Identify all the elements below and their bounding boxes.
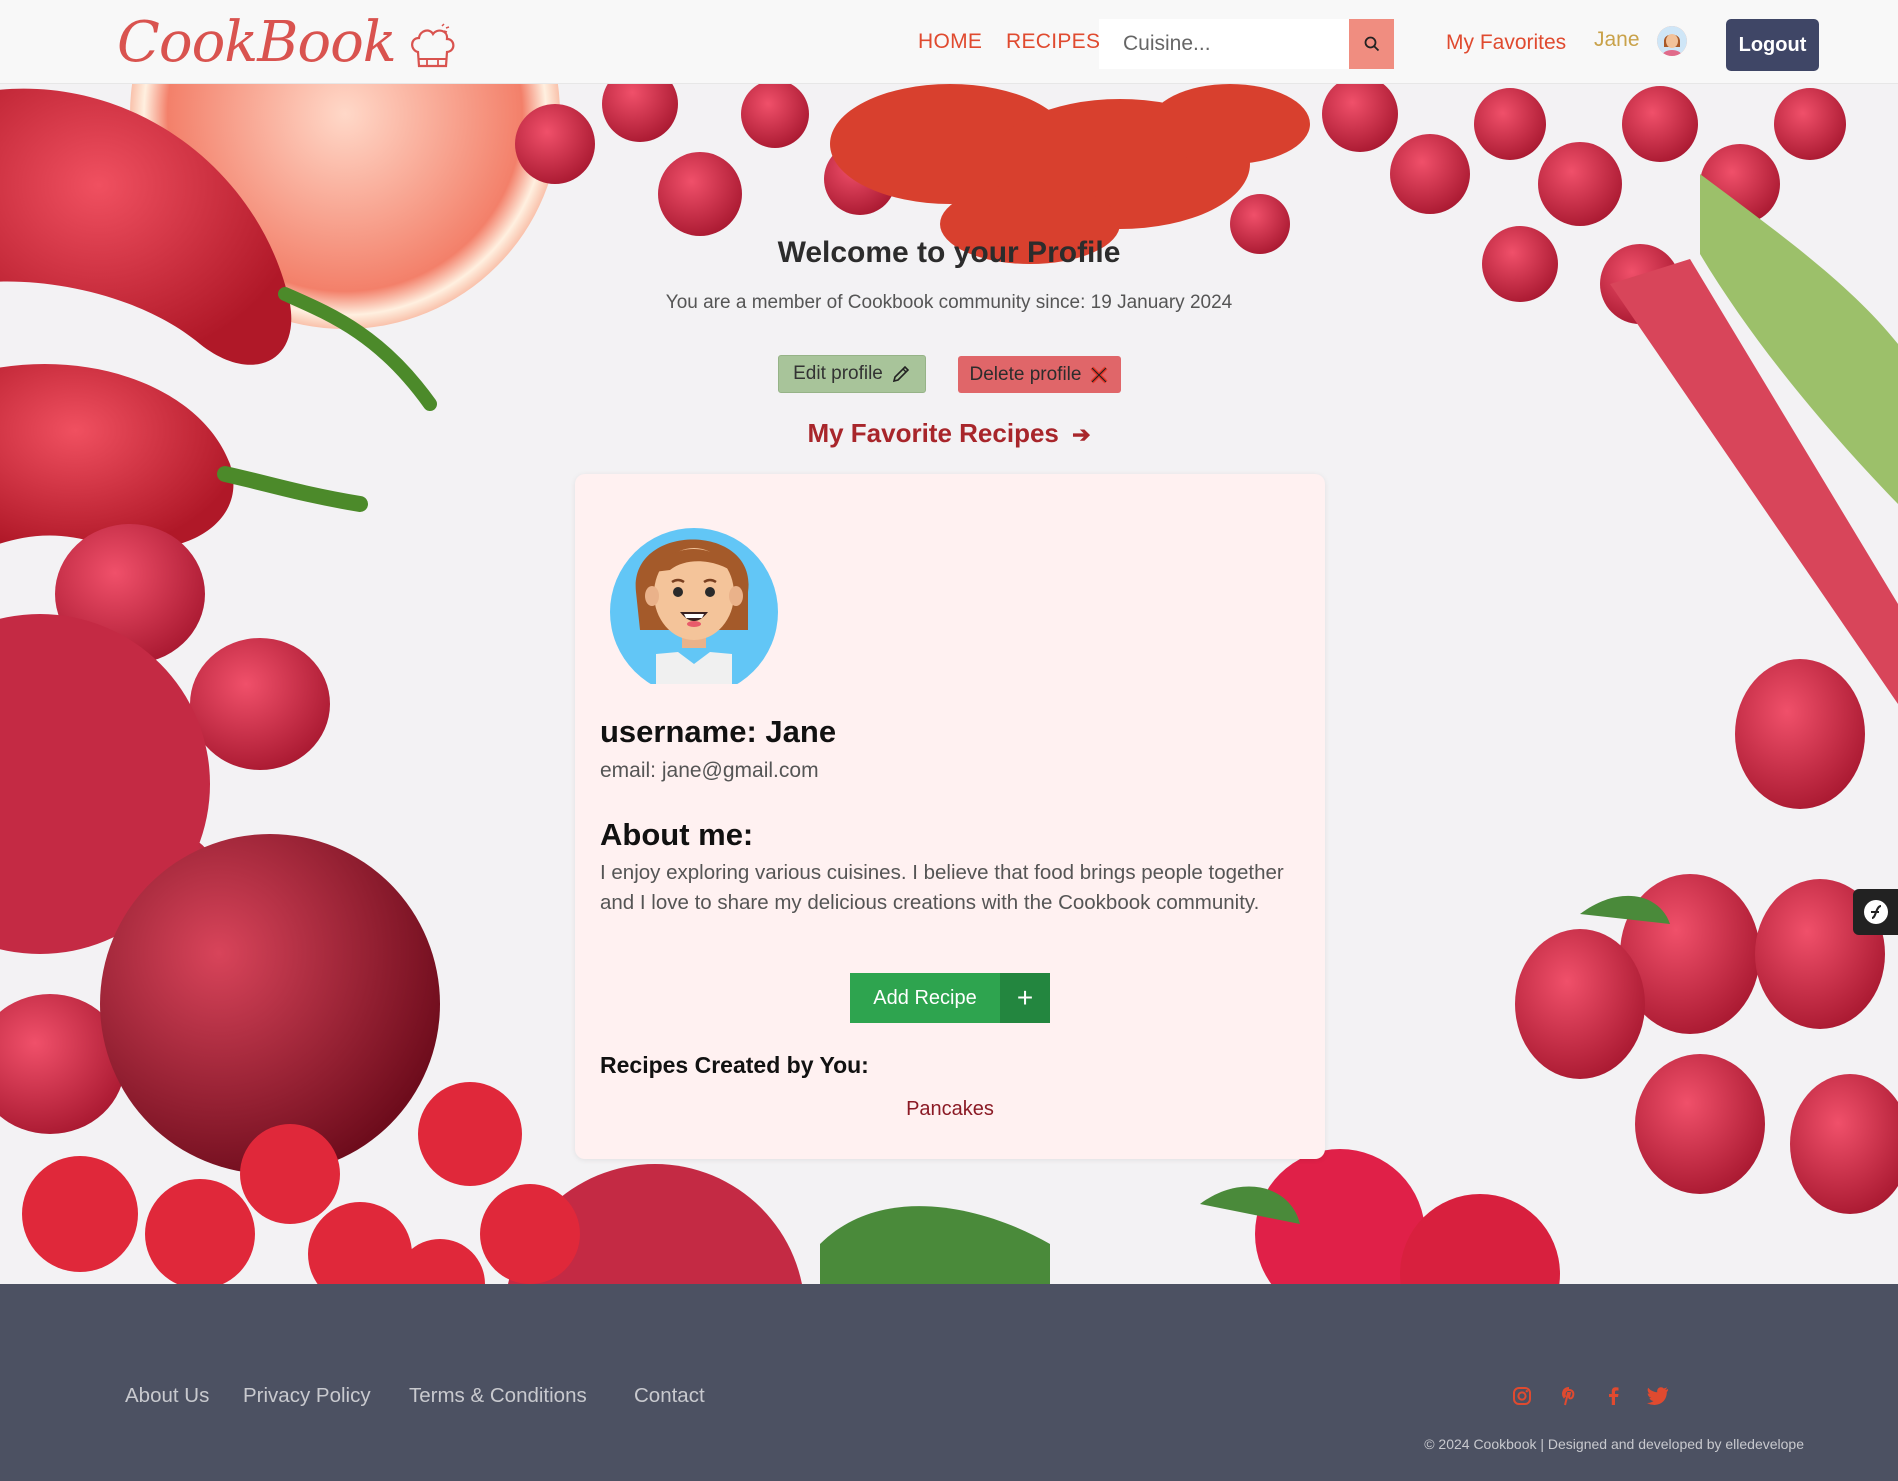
pinterest-icon[interactable] (1557, 1384, 1581, 1408)
footer: About Us Privacy Policy Terms & Conditio… (0, 1284, 1898, 1481)
profile-avatar (610, 528, 778, 684)
footer-privacy-link[interactable]: Privacy Policy (243, 1384, 371, 1408)
navbar: CookBook HOME RECIPES My Favorites Jane … (0, 0, 1898, 84)
chef-hat-icon (410, 23, 455, 68)
side-widget[interactable] (1853, 889, 1898, 935)
brand-logo[interactable]: CookBook (117, 8, 458, 78)
profile-username: username: Jane (600, 714, 837, 749)
nav-home-link[interactable]: HOME (918, 30, 982, 54)
pencil-icon (892, 365, 910, 383)
search-icon (1364, 36, 1379, 52)
footer-copyright: © 2024 Cookbook | Designed and developed… (1424, 1436, 1804, 1452)
nav-favorites-link[interactable]: My Favorites (1446, 31, 1566, 55)
user-avatar-icon[interactable] (1657, 26, 1687, 56)
page-title: Welcome to your Profile (777, 236, 1121, 269)
add-recipe-button[interactable]: Add Recipe + (850, 973, 1050, 1023)
footer-terms-link[interactable]: Terms & Conditions (409, 1384, 587, 1408)
instagram-icon[interactable] (1510, 1384, 1534, 1408)
recipe-link-pancakes[interactable]: Pancakes (575, 1098, 1325, 1121)
plus-icon: + (1000, 973, 1050, 1023)
nav-recipes-link[interactable]: RECIPES (1006, 30, 1100, 54)
profile-card: username: Jane email: jane@gmail.com Abo… (575, 474, 1325, 1159)
favorite-recipes-label: My Favorite Recipes (807, 418, 1059, 448)
search-form (1099, 19, 1394, 69)
search-input[interactable] (1099, 19, 1349, 69)
edit-profile-label: Edit profile (793, 363, 883, 384)
delete-profile-button[interactable]: Delete profile (958, 356, 1121, 393)
delete-profile-label: Delete profile (969, 363, 1082, 385)
search-button[interactable] (1349, 19, 1394, 69)
my-favorite-recipes-link[interactable]: My Favorite Recipes ➔ (0, 418, 1898, 449)
recipes-created-heading: Recipes Created by You: (600, 1052, 869, 1078)
footer-about-link[interactable]: About Us (125, 1384, 209, 1408)
add-recipe-label: Add Recipe (850, 973, 1000, 1023)
facebook-icon[interactable] (1601, 1384, 1625, 1408)
about-me-text: I enjoy exploring various cuisines. I be… (600, 861, 1284, 914)
footer-contact-link[interactable]: Contact (634, 1384, 705, 1408)
profile-email: email: jane@gmail.com (600, 759, 819, 782)
nav-username[interactable]: Jane (1594, 28, 1640, 52)
logout-button[interactable]: Logout (1726, 19, 1819, 71)
brand-name: CookBook (117, 10, 397, 75)
member-since-text: You are a member of Cookbook community s… (665, 292, 1233, 313)
arrow-right-icon: ➔ (1072, 422, 1091, 447)
twitter-icon[interactable] (1646, 1384, 1670, 1408)
close-icon (1091, 366, 1108, 383)
edit-profile-button[interactable]: Edit profile (778, 355, 926, 393)
about-me-heading: About me: (600, 817, 754, 852)
symfony-icon (1863, 900, 1888, 924)
